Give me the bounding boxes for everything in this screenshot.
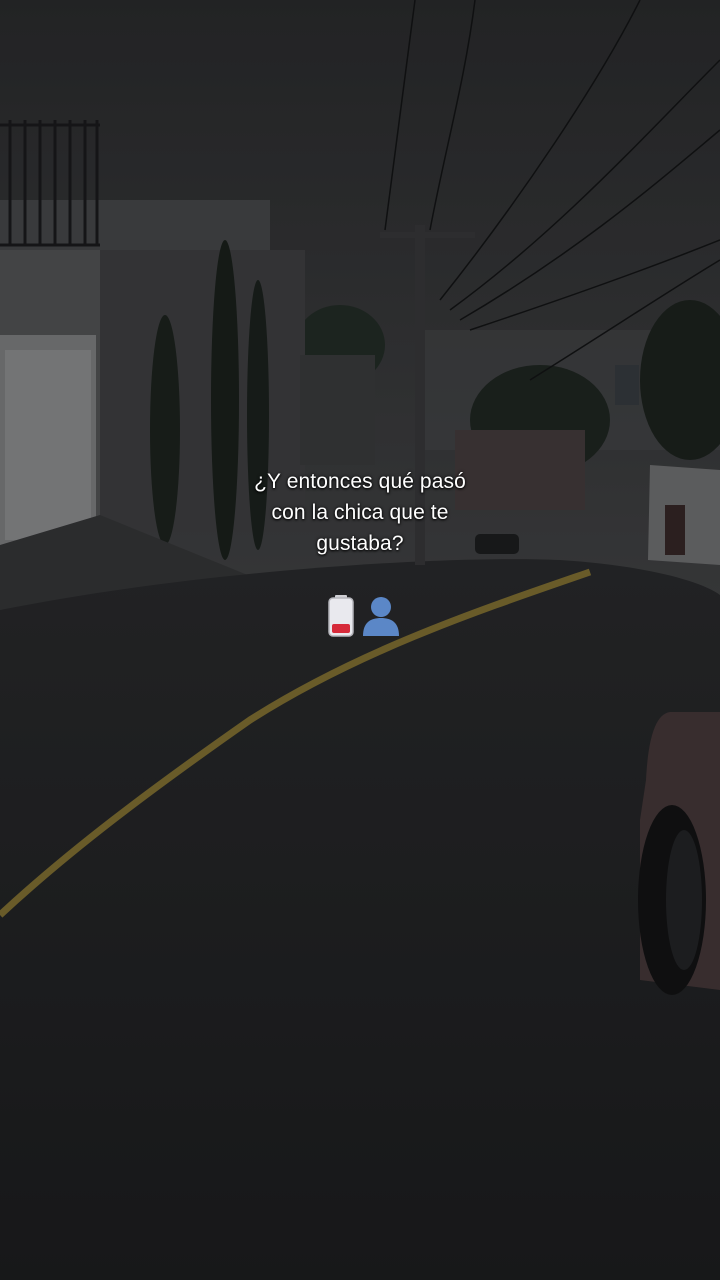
caption-line-3: gustaba? <box>316 532 404 555</box>
photo-scene: ¿Y entonces qué pasó con la chica que te… <box>0 0 720 1280</box>
person-silhouette-icon <box>363 597 399 636</box>
caption-line-1: ¿Y entonces qué pasó <box>254 470 466 493</box>
street-photo <box>0 0 720 1280</box>
caption-text: ¿Y entonces qué pasó con la chica que te… <box>160 466 560 559</box>
low-battery-icon <box>328 595 354 637</box>
emoji-row <box>320 594 410 640</box>
caption-line-2: con la chica que te <box>271 501 449 524</box>
